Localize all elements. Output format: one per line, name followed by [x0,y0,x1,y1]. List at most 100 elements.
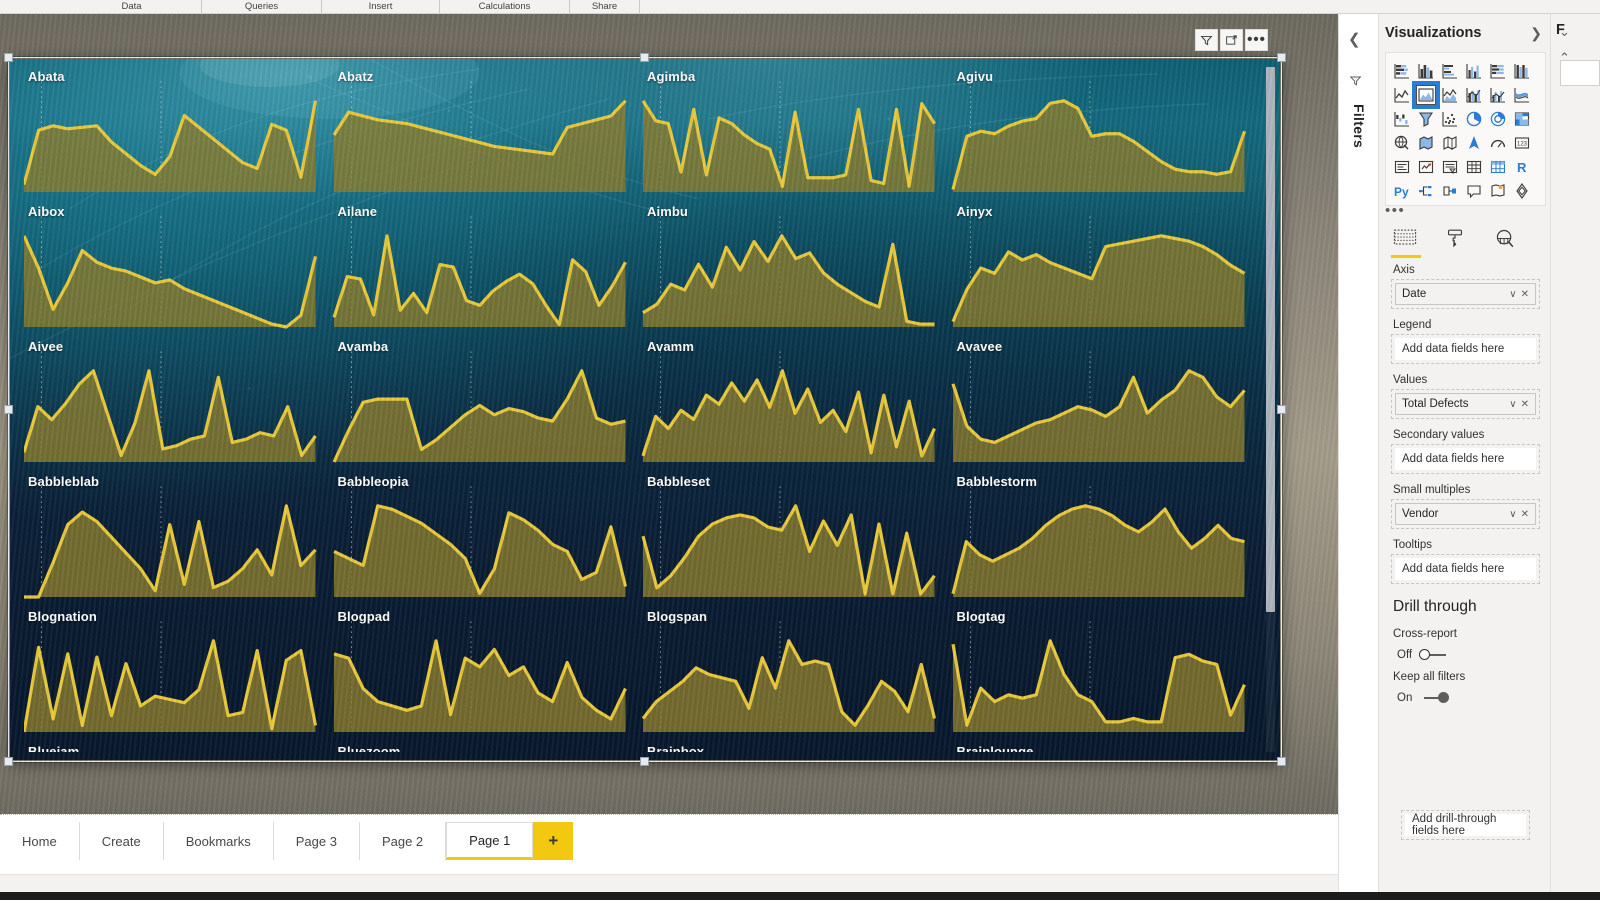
ribbon-tab-calculations[interactable]: Calculations [440,0,570,13]
azure-map-icon[interactable] [1462,131,1486,155]
small-multiple-plot[interactable] [953,635,1245,732]
resize-handle-middle-left[interactable] [4,404,13,414]
small-multiples-visual[interactable]: ••• Abata Abatz Agimba Agivu Aibox Ailan… [4,29,1286,766]
well-placeholder[interactable]: Add data fields here [1395,558,1536,580]
small-multiple-panel[interactable]: Brainbox [643,744,949,752]
field-chip[interactable]: Total Defects ∨ ✕ [1395,393,1536,415]
remove-field-icon[interactable]: ✕ [1519,509,1531,520]
small-multiple-plot[interactable] [643,230,935,327]
resize-handle-top-right[interactable] [1277,53,1286,62]
pie-chart-icon[interactable] [1462,107,1486,131]
well-placeholder[interactable]: Add data fields here [1395,448,1536,470]
page-tab-page-3[interactable]: Page 3 [274,822,360,860]
table-icon[interactable] [1462,155,1486,179]
small-multiple-panel[interactable]: Aivee [24,339,330,474]
well-dropzone-small-multiples[interactable]: Vendor ∨ ✕ [1391,499,1540,529]
small-multiple-panel[interactable]: Blognation [24,609,330,744]
multi-row-card-icon[interactable] [1390,155,1414,179]
ribbon-chart-icon[interactable] [1510,83,1534,107]
chevron-left-icon[interactable]: ❮ [1348,30,1361,48]
treemap-icon[interactable] [1510,107,1534,131]
scrollbar-thumb[interactable] [1266,67,1275,612]
paginated-report-icon[interactable] [1486,179,1510,203]
small-multiple-plot[interactable] [953,365,1245,462]
key-influencers-icon[interactable] [1438,179,1462,203]
small-multiple-plot[interactable] [643,635,935,732]
drill-through-placeholder[interactable]: Add drill-through fields here [1405,813,1526,837]
small-multiple-plot[interactable] [953,500,1245,597]
small-multiple-panel[interactable]: Babbleblab [24,474,330,609]
line-clustered-column-chart-icon[interactable] [1486,83,1510,107]
cross-report-toggle[interactable]: Off [1379,643,1550,661]
small-multiple-plot[interactable] [24,95,316,192]
ribbon-tab-queries[interactable]: Queries [202,0,322,13]
add-page-button[interactable]: + [533,822,574,860]
well-dropzone-secondary-values[interactable]: Add data fields here [1391,444,1540,474]
analytics-magnifier-tab-icon[interactable] [1493,228,1519,254]
small-multiple-plot[interactable] [334,500,626,597]
small-multiple-panel[interactable]: Agivu [953,69,1259,204]
small-multiple-plot[interactable] [334,230,626,327]
map-icon[interactable] [1390,131,1414,155]
report-canvas[interactable]: ••• Abata Abatz Agimba Agivu Aibox Ailan… [0,14,1338,814]
well-dropzone-legend[interactable]: Add data fields here [1391,334,1540,364]
page-tab-home[interactable]: Home [0,822,80,860]
fields-search-input[interactable] [1560,60,1600,86]
format-paintroller-tab-icon[interactable] [1443,228,1469,254]
small-multiple-panel[interactable]: Bluezoom [334,744,640,752]
small-multiple-plot[interactable] [334,365,626,462]
field-chip[interactable]: Date ∨ ✕ [1395,283,1536,305]
page-tab-create[interactable]: Create [80,822,164,860]
small-multiple-panel[interactable]: Babblestorm [953,474,1259,609]
python-visual-icon[interactable]: Py [1390,179,1414,203]
remove-field-icon[interactable]: ✕ [1519,289,1531,300]
filled-map-icon[interactable] [1414,131,1438,155]
matrix-icon[interactable] [1486,155,1510,179]
small-multiple-plot[interactable] [953,230,1245,327]
small-multiple-panel[interactable]: Ainyx [953,204,1259,339]
resize-handle-bottom-left[interactable] [4,757,13,766]
drill-through-field-well[interactable]: Add drill-through fields here [1389,810,1540,840]
funnel-chart-icon[interactable] [1414,107,1438,131]
focus-mode-icon[interactable] [1220,29,1243,51]
chevron-right-icon[interactable]: ❯ [1530,25,1542,42]
chevron-down-icon[interactable]: ∨ [1507,289,1518,300]
page-tab-page-2[interactable]: Page 2 [360,822,447,860]
resize-handle-top-middle[interactable] [640,53,649,62]
more-options-icon[interactable]: ••• [1245,29,1268,51]
small-multiple-plot[interactable] [334,95,626,192]
smart-narrative-icon[interactable] [1462,179,1486,203]
small-multiple-panel[interactable]: Bluejam [24,744,330,752]
well-dropzone-values[interactable]: Total Defects ∨ ✕ [1391,389,1540,419]
toggle-switch-on[interactable] [1419,692,1450,704]
shape-map-icon[interactable] [1438,131,1462,155]
small-multiple-plot[interactable] [24,500,316,597]
clustered-column-chart-icon[interactable] [1462,59,1486,83]
small-multiple-panel[interactable]: Avamba [334,339,640,474]
small-multiple-plot[interactable] [24,635,316,732]
card-icon[interactable]: 123 [1510,131,1534,155]
fields-tab-icon[interactable] [1391,228,1421,258]
stacked-column-chart-icon[interactable] [1414,59,1438,83]
resize-handle-top-left[interactable] [4,53,13,62]
small-multiple-panel[interactable]: Aibox [24,204,330,339]
clustered-bar-chart-icon[interactable] [1438,59,1462,83]
small-multiple-plot[interactable] [24,230,316,327]
field-chip[interactable]: Vendor ∨ ✕ [1395,503,1536,525]
small-multiple-plot[interactable] [953,95,1245,192]
ribbon-tab-share[interactable]: Share [570,0,640,13]
chevron-down-icon[interactable]: ∨ [1507,509,1518,520]
resize-handle-middle-right[interactable] [1277,404,1286,414]
small-multiple-panel[interactable]: Ailane [334,204,640,339]
small-multiple-plot[interactable] [643,365,935,462]
small-multiple-panel[interactable]: Avavee [953,339,1259,474]
small-multiple-panel[interactable]: Blogpad [334,609,640,744]
hundred-percent-stacked-column-icon[interactable] [1510,59,1534,83]
page-tab-bookmarks[interactable]: Bookmarks [164,822,274,860]
donut-chart-icon[interactable] [1486,107,1510,131]
visual-vertical-scrollbar[interactable] [1266,67,1275,752]
filter-pin-icon[interactable] [1349,74,1363,93]
ribbon-tab-insert[interactable]: Insert [322,0,440,13]
small-multiple-plot[interactable] [643,95,935,192]
small-multiple-panel[interactable]: Agimba [643,69,949,204]
